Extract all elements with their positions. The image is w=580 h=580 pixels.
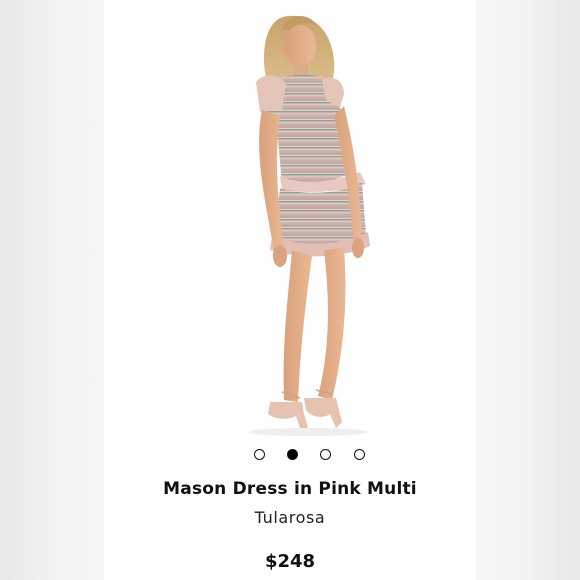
listing-frame: Mason Dress in Pink Multi Tularosa $248 [0, 0, 580, 580]
carousel-dot-3[interactable] [320, 449, 331, 460]
product-title: Mason Dress in Pink Multi [163, 479, 417, 499]
product-card: Mason Dress in Pink Multi Tularosa $248 [104, 0, 476, 580]
product-photo[interactable] [104, 0, 476, 440]
image-carousel-indicator [104, 447, 476, 463]
product-brand[interactable]: Tularosa [104, 508, 476, 527]
model-illustration [248, 15, 370, 436]
carousel-dot-2-active[interactable] [287, 449, 298, 460]
product-price: $248 [264, 551, 316, 572]
carousel-dot-4[interactable] [354, 449, 365, 460]
carousel-dot-1[interactable] [254, 449, 265, 460]
